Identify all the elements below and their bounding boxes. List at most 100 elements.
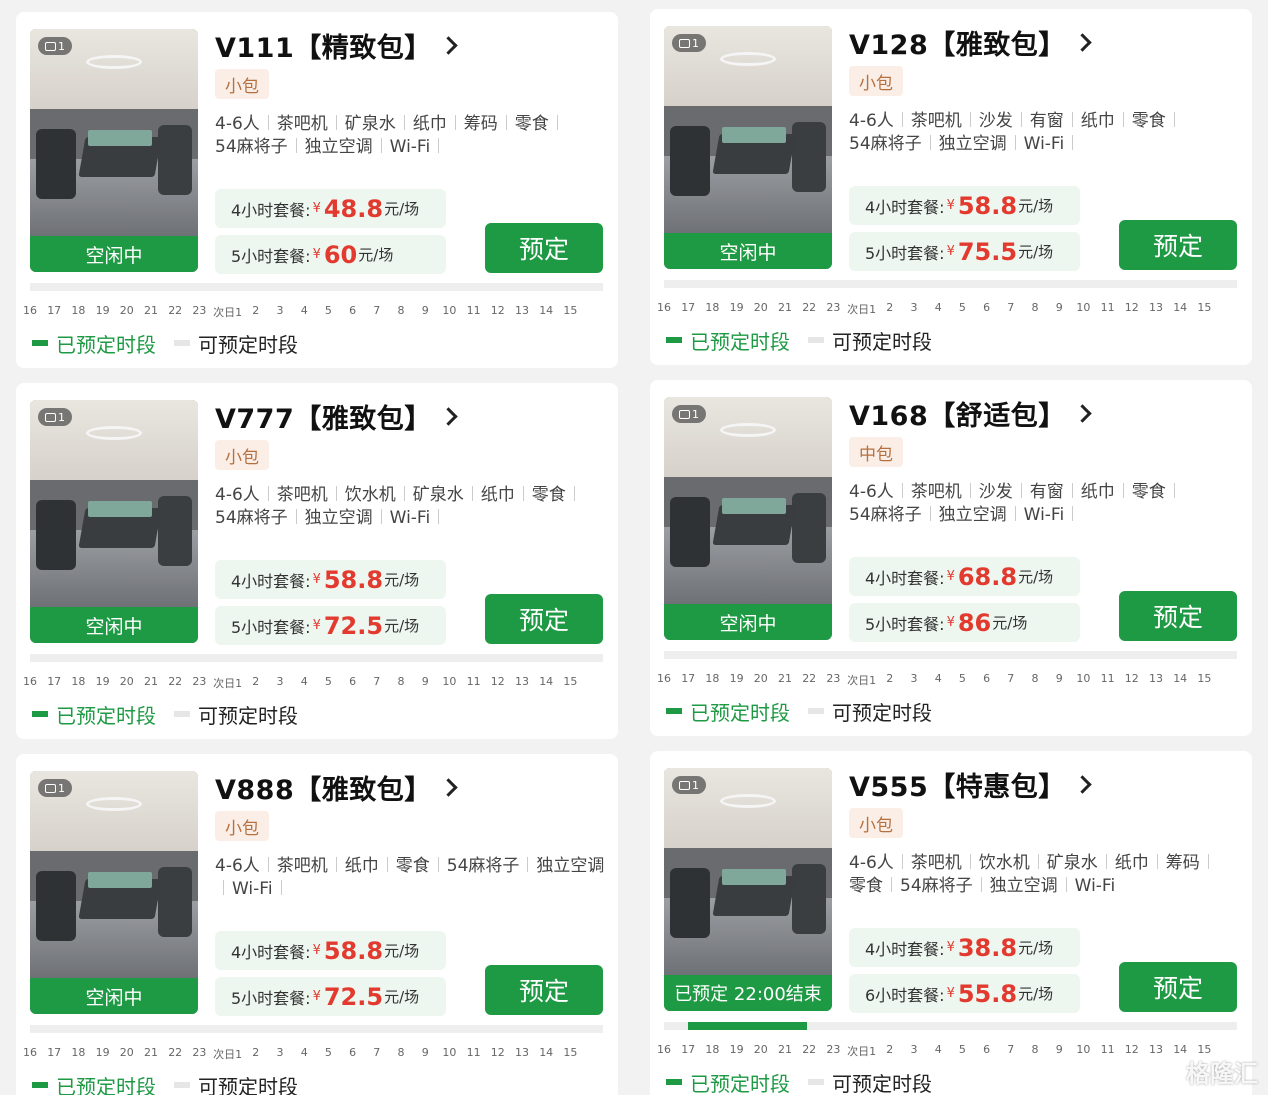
book-button[interactable]: 预定	[485, 965, 603, 1015]
room-photo[interactable]: 1 空闲中	[30, 400, 198, 643]
legend-booked: 已预定时段	[56, 1074, 156, 1095]
chevron-right-icon[interactable]	[1073, 774, 1092, 794]
timeline-ticks: 16 17 18 19 20 21 22 23 次日1 2 3 4 5 6 7 8 9 10 11 12 13 14 15	[657, 301, 1244, 316]
room-photo[interactable]: 1 空闲中	[30, 29, 198, 272]
room-photo[interactable]: 1 空闲中	[664, 26, 832, 269]
chevron-right-icon[interactable]	[439, 777, 458, 797]
package-price[interactable]: 5小时套餐: ¥72.5 元/场	[215, 606, 446, 645]
room-title[interactable]: V168【舒适包】	[849, 394, 1066, 433]
currency-symbol: ¥	[946, 198, 955, 213]
chevron-right-icon[interactable]	[1073, 32, 1092, 52]
package-price[interactable]: 4小时套餐: ¥58.8 元/场	[849, 186, 1080, 225]
tick-label: 9	[421, 675, 429, 688]
image-count-badge: 1	[672, 405, 706, 423]
package-price[interactable]: 4小时套餐: ¥58.8 元/场	[215, 931, 446, 970]
amenity-item: 矿泉水	[344, 114, 396, 134]
image-icon	[45, 783, 56, 793]
room-title[interactable]: V128【雅致包】	[849, 23, 1066, 62]
room-title[interactable]: V777【雅致包】	[215, 397, 432, 436]
photo-chair2	[158, 496, 192, 566]
chevron-right-icon[interactable]	[439, 406, 458, 426]
tick-label: 7	[1007, 301, 1015, 314]
photo-table-top	[88, 872, 152, 888]
photo-chair1	[670, 868, 710, 938]
book-button[interactable]: 预定	[1119, 220, 1237, 270]
package-amount: 68.8	[957, 562, 1018, 591]
package-price[interactable]: 4小时套餐: ¥68.8 元/场	[849, 557, 1080, 596]
package-price[interactable]: 4小时套餐: ¥48.8 元/场	[215, 189, 446, 228]
amenity-divider	[280, 880, 282, 895]
room-photo[interactable]: 1 空闲中	[664, 397, 832, 640]
package-unit: 元/场	[384, 200, 420, 218]
package-price[interactable]: 6小时套餐: ¥55.8 元/场	[849, 974, 1080, 1013]
amenity-divider	[527, 857, 529, 872]
tick-label: 22	[802, 1043, 817, 1056]
tick-label: 13	[1149, 301, 1163, 314]
package-price[interactable]: 5小时套餐: ¥60 元/场	[215, 235, 446, 274]
photo-chair1	[36, 129, 76, 199]
tick-label: 13	[515, 304, 529, 317]
photo-table-top	[722, 869, 786, 885]
tick-label: 18	[71, 304, 86, 317]
image-count-badge: 1	[672, 34, 706, 52]
room-title-row[interactable]: V168【舒适包】	[849, 394, 1092, 433]
tick-label: 3	[910, 301, 918, 314]
legend-booked: 已预定时段	[690, 1071, 790, 1095]
package-price[interactable]: 5小时套餐: ¥75.5 元/场	[849, 232, 1080, 271]
room-photo[interactable]: 1 空闲中	[30, 771, 198, 1014]
available-swatch	[174, 1082, 190, 1088]
tick-label: 17	[681, 672, 696, 685]
room-card[interactable]: 1 空闲中 V111【精致包】 小包 4-6人 茶吧机 矿泉水 纸巾 筹码 零食 54麻将子 独立空调…	[16, 12, 618, 368]
chevron-right-icon[interactable]	[1073, 403, 1092, 423]
room-card[interactable]: 1 已预定 22:00结束 V555【特惠包】 小包 4-6人 茶吧机 饮水机 矿泉水 纸巾 筹码…	[650, 751, 1252, 1095]
room-title-row[interactable]: V111【精致包】	[215, 26, 458, 65]
room-title-row[interactable]: V128【雅致包】	[849, 23, 1092, 62]
amenity-divider	[980, 877, 982, 892]
package-price[interactable]: 4小时套餐: ¥58.8 元/场	[215, 560, 446, 599]
amenity-divider	[573, 486, 575, 501]
image-icon	[679, 409, 690, 419]
room-photo[interactable]: 1 已预定 22:00结束	[664, 768, 832, 1011]
amenity-item: 沙发	[978, 482, 1013, 502]
timeline-legend: 已预定时段 可预定时段	[666, 699, 932, 725]
room-title-row[interactable]: V777【雅致包】	[215, 397, 458, 436]
room-card[interactable]: 1 空闲中 V888【雅致包】 小包 4-6人 茶吧机 纸巾 零食 54麻将子 独立空调 Wi-Fi…	[16, 754, 618, 1095]
room-title-row[interactable]: V555【特惠包】	[849, 765, 1092, 804]
package-label: 4小时套餐:	[865, 197, 945, 217]
book-button[interactable]: 预定	[1119, 591, 1237, 641]
legend-available: 可预定时段	[198, 703, 298, 728]
room-title[interactable]: V888【雅致包】	[215, 768, 432, 807]
room-title[interactable]: V111【精致包】	[215, 26, 432, 65]
tick-label: 5	[324, 675, 332, 688]
legend-available: 可预定时段	[832, 700, 932, 725]
amenity-item: 纸巾	[412, 114, 447, 134]
room-size-tag: 小包	[215, 69, 269, 99]
image-icon	[45, 412, 56, 422]
package-unit: 元/场	[1018, 985, 1054, 1003]
tick-label: 次日1	[213, 306, 243, 319]
tick-label: 12	[1124, 672, 1139, 685]
tick-label: 23	[192, 304, 207, 317]
tick-label: 11	[1100, 301, 1115, 314]
amenity-item: 4-6人	[849, 482, 894, 502]
image-count: 1	[58, 39, 65, 53]
chevron-right-icon[interactable]	[439, 35, 458, 55]
package-price[interactable]: 4小时套餐: ¥38.8 元/场	[849, 928, 1080, 967]
image-count-badge: 1	[38, 37, 72, 55]
book-button[interactable]: 预定	[485, 223, 603, 273]
currency-symbol: ¥	[946, 615, 955, 630]
room-title-row[interactable]: V888【雅致包】	[215, 768, 458, 807]
package-price[interactable]: 5小时套餐: ¥86 元/场	[849, 603, 1080, 642]
book-button[interactable]: 预定	[1119, 962, 1237, 1012]
room-card[interactable]: 1 空闲中 V777【雅致包】 小包 4-6人 茶吧机 饮水机 矿泉水 纸巾 零食 54麻将子 独立空…	[16, 383, 618, 739]
package-price[interactable]: 5小时套餐: ¥72.5 元/场	[215, 977, 446, 1016]
package-amount: 72.5	[323, 611, 384, 640]
room-card[interactable]: 1 空闲中 V168【舒适包】 中包 4-6人 茶吧机 沙发 有窗 纸巾 零食 54麻将子 独立空调 W…	[650, 380, 1252, 736]
room-card[interactable]: 1 空闲中 V128【雅致包】 小包 4-6人 茶吧机 沙发 有窗 纸巾 零食 54麻将子 独立空调 W…	[650, 9, 1252, 365]
room-title[interactable]: V555【特惠包】	[849, 765, 1066, 804]
photo-chair2	[158, 125, 192, 195]
book-button[interactable]: 预定	[485, 594, 603, 644]
photo-table-top	[88, 501, 152, 517]
amenity-divider	[901, 483, 903, 498]
tick-label: 21	[144, 304, 158, 317]
